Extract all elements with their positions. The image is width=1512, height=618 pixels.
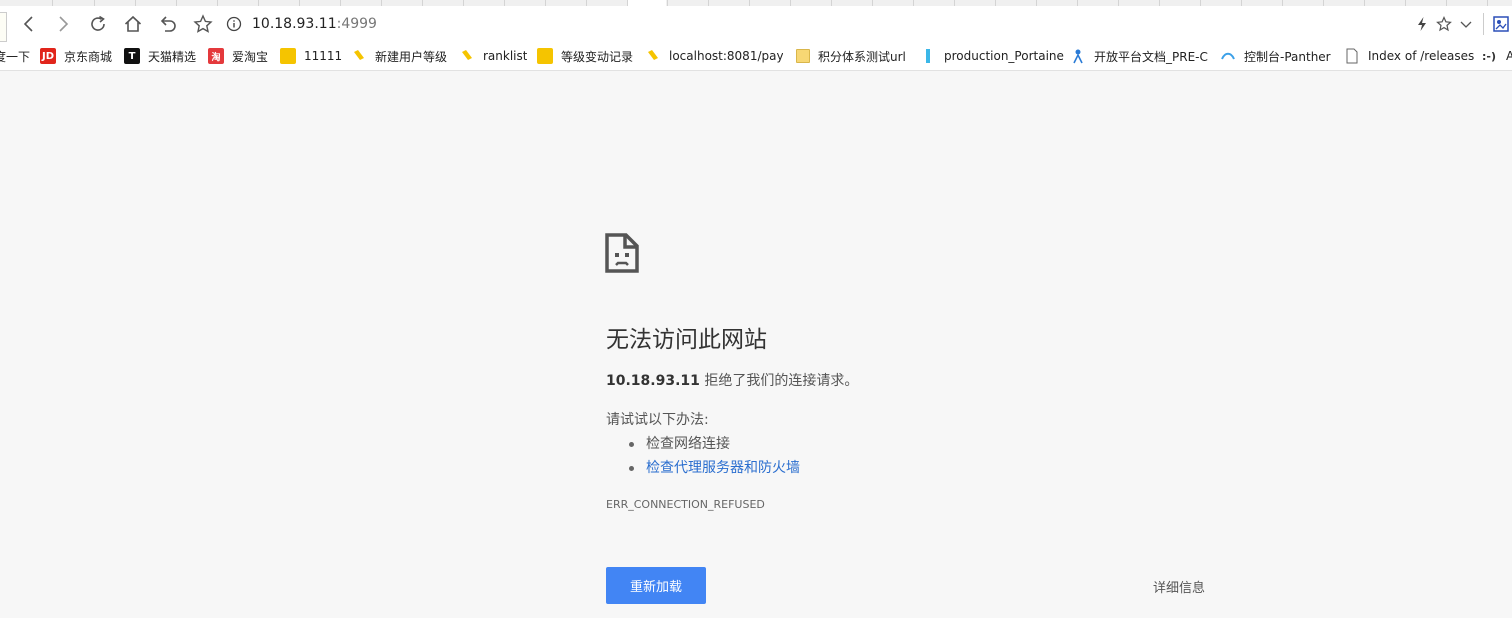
lightning-icon[interactable]: [1411, 13, 1433, 35]
browser-toolbar: 10.18.93.11:4999: [0, 6, 1512, 42]
panther-icon: [1220, 48, 1236, 64]
bookmark-label: 控制台-Panther: [1244, 49, 1331, 64]
home-icon[interactable]: [118, 9, 148, 39]
error-code: ERR_CONNECTION_REFUSED: [606, 498, 765, 511]
bookmark-label: 京东商城: [64, 49, 113, 64]
suggestion-check-network: 检查网络连接: [627, 432, 800, 456]
bookmark-label: ranklist: [483, 49, 528, 63]
star-icon[interactable]: [1433, 13, 1455, 35]
bookmark-label: 新建用户等级: [375, 49, 448, 64]
suggestions-list: 检查网络连接 检查代理服务器和防火墙: [627, 432, 800, 480]
error-message: 拒绝了我们的连接请求。: [699, 373, 859, 389]
bookmark-item[interactable]: T 天猫精选: [124, 42, 196, 70]
bookmark-label: production_Portaine: [944, 49, 1064, 63]
info-icon[interactable]: [226, 16, 242, 32]
bookmark-label: 天猫精选: [148, 49, 197, 64]
sidebar-toggle[interactable]: [0, 12, 7, 42]
bookmark-label: 11111: [304, 49, 343, 63]
hand-icon: [351, 48, 367, 64]
jd-icon: JD: [40, 48, 56, 64]
bookmark-item[interactable]: :-) A: [1480, 42, 1512, 70]
error-host: 10.18.93.11: [606, 373, 700, 389]
undo-icon[interactable]: [153, 9, 183, 39]
suggestion-check-proxy-link[interactable]: 检查代理服务器和防火墙: [627, 456, 800, 480]
url-port: :4999: [336, 16, 377, 32]
bookmark-item[interactable]: ranklist: [459, 42, 527, 70]
bookmark-label: 等级变动记录: [561, 49, 634, 64]
chevron-down-icon[interactable]: [1455, 13, 1477, 35]
reload-button[interactable]: 重新加载: [606, 567, 706, 604]
toolbar-right-controls: [1411, 6, 1512, 42]
error-description: 10.18.93.11 拒绝了我们的连接请求。: [606, 370, 858, 390]
hand-icon: [645, 48, 661, 64]
bookmark-item[interactable]: 淘 爱淘宝: [208, 42, 268, 70]
toolbar-divider: [1483, 13, 1484, 35]
bookmark-item[interactable]: 积分体系测试url: [796, 42, 906, 70]
bookmark-item[interactable]: localhost:8081/payc: [645, 42, 783, 70]
back-icon[interactable]: [14, 9, 44, 39]
bookmark-item[interactable]: 11111: [280, 42, 342, 70]
bookmark-label: A: [1506, 49, 1512, 63]
reload-icon[interactable]: [83, 9, 113, 39]
page-icon: [1344, 48, 1360, 64]
bookmark-label: 积分体系测试url: [818, 49, 906, 64]
details-button[interactable]: 详细信息: [1153, 577, 1205, 596]
bookmark-item[interactable]: JD 京东商城: [40, 42, 112, 70]
bookmark-item[interactable]: 控制台-Panther: [1220, 42, 1331, 70]
bookmark-item[interactable]: Index of /releases: [1344, 42, 1474, 70]
suggestions-heading: 请试试以下办法:: [606, 412, 709, 428]
sad-page-icon: [605, 233, 639, 273]
bookmark-item[interactable]: 开放平台文档_PRE-C: [1070, 42, 1210, 70]
bookmarks-bar: 度一下 JD 京东商城 T 天猫精选 淘 爱淘宝 11111 新建用户等级 ra…: [0, 42, 1512, 71]
error-title: 无法访问此网站: [606, 327, 767, 353]
smiley-icon: :-): [1482, 49, 1496, 63]
taobao-icon: 淘: [208, 48, 224, 64]
figure-icon: [1070, 48, 1086, 64]
yellow-app-icon: [280, 48, 296, 64]
bookmark-label: 开放平台文档_PRE-C: [1094, 49, 1208, 64]
bookmark-star-icon[interactable]: [188, 9, 218, 39]
url-host: 10.18.93.11: [252, 16, 337, 32]
address-bar[interactable]: 10.18.93.11:4999: [226, 6, 377, 42]
bookmark-label: 爱淘宝: [232, 49, 269, 64]
yellow-app-icon: [537, 48, 553, 64]
bookmark-item[interactable]: 等级变动记录: [537, 42, 633, 70]
hand-icon: [459, 48, 475, 64]
bookmark-item[interactable]: 度一下: [0, 42, 30, 70]
folder-icon: [796, 49, 810, 63]
forward-icon[interactable]: [48, 9, 78, 39]
bookmark-label: 度一下: [0, 49, 31, 64]
bookmark-item[interactable]: production_Portaine: [920, 42, 1086, 70]
portainer-icon: [920, 48, 936, 64]
bookmark-item[interactable]: 新建用户等级: [351, 42, 447, 70]
bookmark-label: localhost:8081/payc: [669, 49, 783, 63]
tmall-icon: T: [124, 48, 140, 64]
bookmark-label: Index of /releases: [1368, 49, 1475, 63]
extension-icon[interactable]: [1490, 13, 1512, 35]
